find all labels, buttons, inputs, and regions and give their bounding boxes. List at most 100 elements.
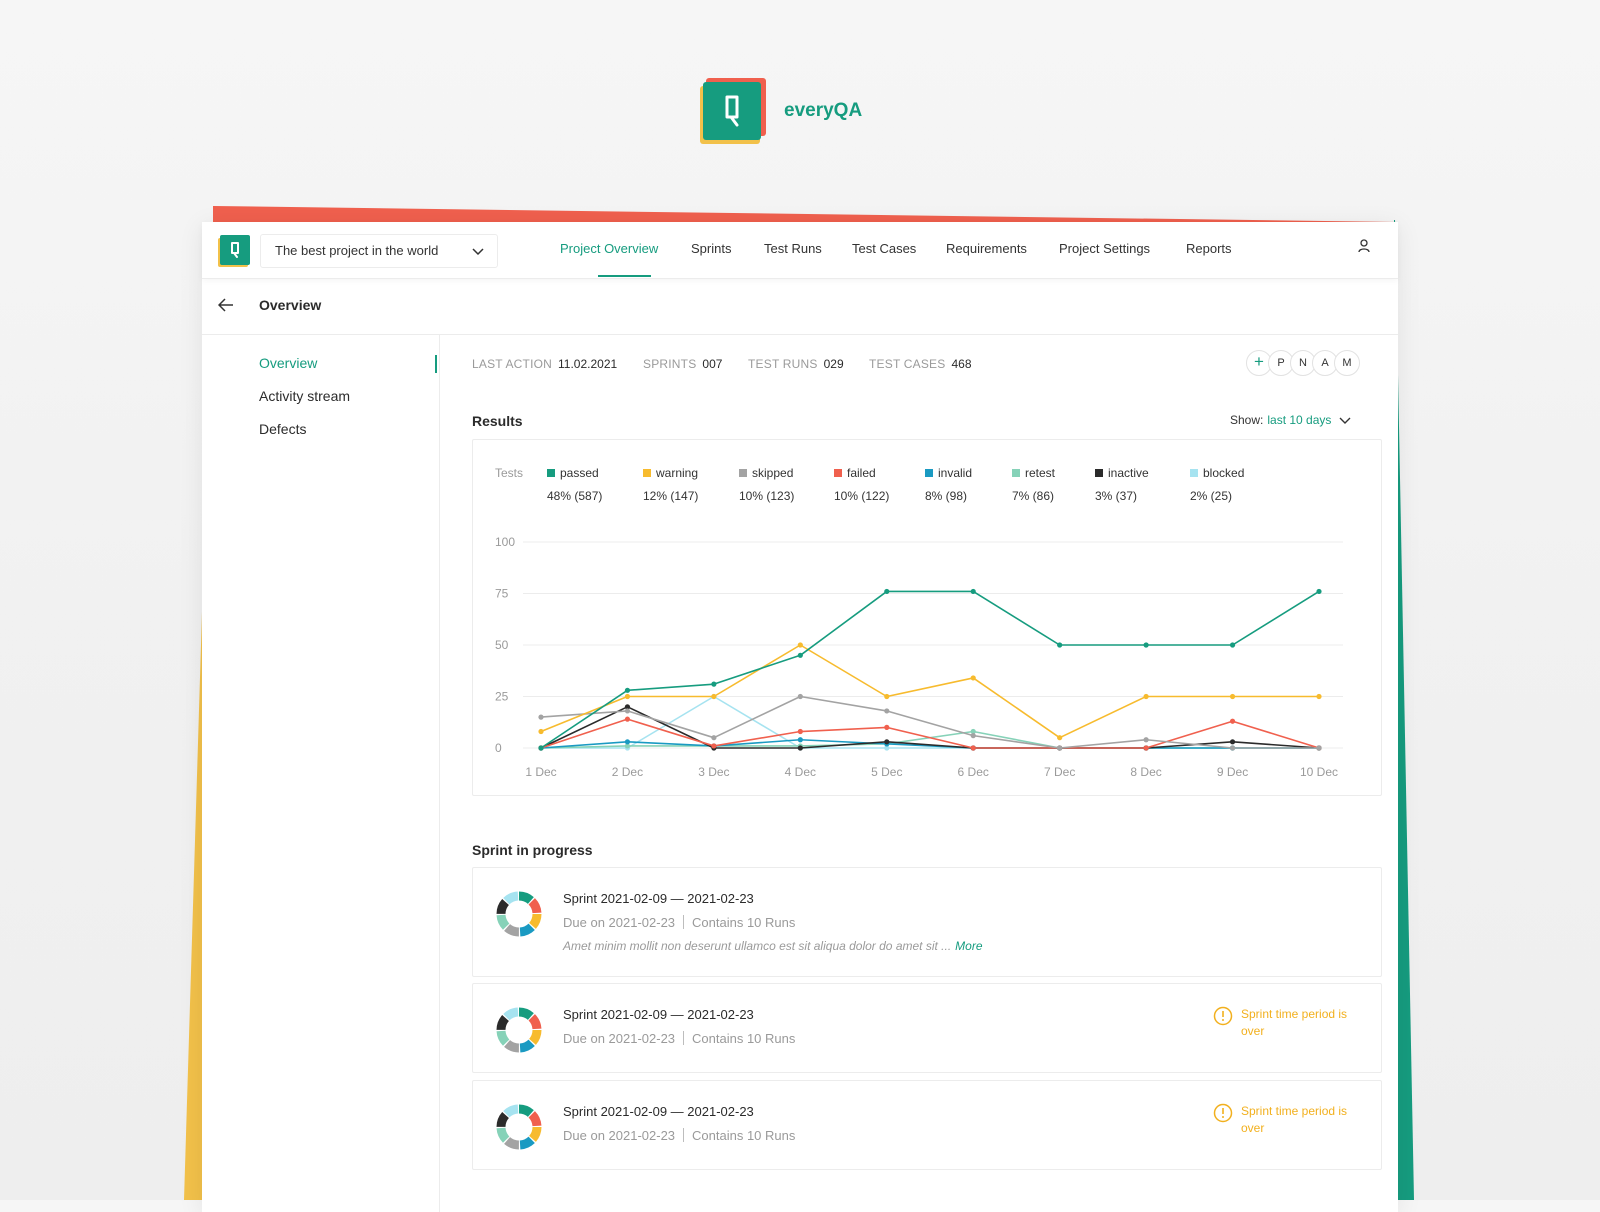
y-tick-label: 25 bbox=[495, 690, 509, 704]
data-point-skipped bbox=[1057, 745, 1063, 751]
donut-segment bbox=[496, 1104, 542, 1150]
arrow-left-icon[interactable] bbox=[218, 298, 234, 312]
data-point-passed bbox=[797, 652, 803, 658]
sidebar-item-defects[interactable]: Defects bbox=[259, 421, 306, 437]
data-point-skipped bbox=[884, 708, 890, 714]
x-tick-label: 3 Dec bbox=[698, 765, 729, 779]
sidebar-item-activity-stream[interactable]: Activity stream bbox=[259, 388, 350, 404]
sprint-warning-text: Sprint time period is over bbox=[1241, 1007, 1348, 1038]
stat-value: 007 bbox=[702, 357, 723, 371]
data-point-warning bbox=[797, 642, 803, 648]
donut-segment bbox=[496, 1007, 542, 1053]
data-point-warning bbox=[1229, 693, 1236, 700]
nav-test-cases[interactable]: Test Cases bbox=[852, 241, 916, 256]
donut-segment bbox=[496, 891, 542, 937]
sidebar-active-indicator bbox=[435, 355, 437, 373]
donut-segment bbox=[496, 1007, 542, 1053]
sprint-name: Sprint 2021-02-09 — 2021-02-23 bbox=[563, 891, 754, 906]
data-point-warning bbox=[1316, 693, 1322, 700]
sprint-card[interactable]: Sprint 2021-02-09 — 2021-02-23 Due on 20… bbox=[472, 983, 1382, 1073]
qa-logo-icon bbox=[700, 78, 766, 144]
sprint-donut-chart bbox=[496, 1104, 542, 1150]
nav-active-indicator bbox=[598, 275, 651, 277]
x-tick-label: 6 Dec bbox=[958, 765, 989, 779]
data-point-passed bbox=[1143, 642, 1149, 648]
donut-segment bbox=[496, 1104, 542, 1150]
donut-segment bbox=[496, 891, 542, 937]
data-point-warning bbox=[624, 693, 631, 700]
stat-last-action: LAST ACTION 11.02.2021 bbox=[472, 357, 617, 371]
data-point-warning bbox=[884, 693, 890, 700]
more-link[interactable]: More bbox=[955, 939, 982, 953]
data-point-passed bbox=[884, 588, 890, 595]
nav-project-settings[interactable]: Project Settings bbox=[1059, 241, 1150, 256]
donut-segment bbox=[496, 1007, 542, 1053]
data-point-skipped bbox=[1143, 737, 1149, 743]
stat-test-runs: TEST RUNS 029 bbox=[748, 357, 844, 371]
series-line-inactive bbox=[540, 705, 1320, 749]
top-navbar: The best project in the world Project Ov… bbox=[202, 222, 1398, 279]
app-logo-icon[interactable] bbox=[218, 235, 250, 267]
app-window: The best project in the world Project Ov… bbox=[202, 222, 1398, 1212]
warning-icon bbox=[1213, 1103, 1233, 1123]
data-point-invalid bbox=[624, 739, 631, 745]
period-value: last 10 days bbox=[1267, 413, 1332, 427]
sprint-runs: Contains 10 Runs bbox=[692, 1031, 796, 1046]
donut-segment bbox=[496, 891, 542, 937]
member-avatar[interactable]: M bbox=[1334, 350, 1360, 376]
data-point-passed bbox=[1057, 642, 1063, 648]
user-icon[interactable] bbox=[1357, 238, 1371, 254]
nav-project-overview[interactable]: Project Overview bbox=[560, 241, 658, 256]
nav-requirements[interactable]: Requirements bbox=[946, 241, 1027, 256]
project-select-value: The best project in the world bbox=[275, 243, 439, 258]
sprint-warning-text: Sprint time period is over bbox=[1241, 1104, 1348, 1135]
sprint-name: Sprint 2021-02-09 — 2021-02-23 bbox=[563, 1007, 754, 1022]
data-point-skipped bbox=[1229, 745, 1236, 751]
brand-name: everyQA bbox=[784, 100, 863, 121]
sprint-section-title: Sprint in progress bbox=[472, 842, 593, 858]
y-tick-label: 100 bbox=[495, 535, 515, 549]
sidebar-item-overview[interactable]: Overview bbox=[259, 355, 317, 371]
data-point-inactive bbox=[1229, 739, 1236, 745]
x-tick-label: 5 Dec bbox=[871, 765, 902, 779]
sprint-runs: Contains 10 Runs bbox=[692, 915, 796, 930]
sprint-meta: Due on 2021-02-23 Contains 10 Runs bbox=[563, 1128, 795, 1143]
data-point-passed bbox=[711, 681, 717, 687]
data-point-passed bbox=[624, 687, 631, 693]
data-point-failed bbox=[711, 743, 717, 749]
sprint-warning: Sprint time period is over bbox=[1213, 1103, 1363, 1135]
data-point-warning bbox=[538, 728, 544, 735]
x-tick-label: 9 Dec bbox=[1217, 765, 1248, 779]
stat-label: LAST ACTION bbox=[472, 357, 553, 371]
x-tick-label: 10 Dec bbox=[1300, 765, 1338, 779]
x-tick-label: 4 Dec bbox=[785, 765, 816, 779]
donut-segment bbox=[496, 891, 542, 937]
data-point-passed bbox=[1229, 642, 1236, 648]
stat-value: 029 bbox=[823, 357, 844, 371]
warning-icon bbox=[1213, 1006, 1233, 1026]
sprint-donut-chart bbox=[496, 1007, 542, 1053]
donut-segment bbox=[496, 1104, 542, 1150]
series-line-skipped bbox=[540, 695, 1319, 749]
data-point-warning bbox=[970, 675, 976, 681]
donut-segment bbox=[496, 1007, 542, 1053]
nav-sprints[interactable]: Sprints bbox=[691, 241, 731, 256]
nav-test-runs[interactable]: Test Runs bbox=[764, 241, 822, 256]
donut-segment bbox=[496, 891, 542, 937]
sprint-card[interactable]: Sprint 2021-02-09 — 2021-02-23 Due on 20… bbox=[472, 1080, 1382, 1170]
data-point-inactive bbox=[797, 745, 803, 751]
period-dropdown[interactable]: Show: last 10 days bbox=[1230, 413, 1351, 427]
stat-value: 468 bbox=[951, 357, 972, 371]
sprint-card[interactable]: Sprint 2021-02-09 — 2021-02-23 Due on 20… bbox=[472, 867, 1382, 977]
donut-segment bbox=[496, 1104, 542, 1150]
sprint-donut-chart bbox=[496, 891, 542, 937]
donut-segment bbox=[496, 1104, 542, 1150]
results-chart: Tests passed 48% (587) warning 12% (147) s… bbox=[472, 439, 1382, 796]
nav-reports[interactable]: Reports bbox=[1186, 241, 1232, 256]
donut-segment bbox=[496, 1007, 542, 1053]
stat-sprints: SPRINTS 007 bbox=[643, 357, 722, 371]
project-select[interactable]: The best project in the world bbox=[260, 234, 498, 268]
stat-label: TEST RUNS bbox=[748, 357, 818, 371]
data-point-passed bbox=[538, 745, 544, 751]
sidebar: Overview Activity stream Defects bbox=[202, 335, 440, 1212]
